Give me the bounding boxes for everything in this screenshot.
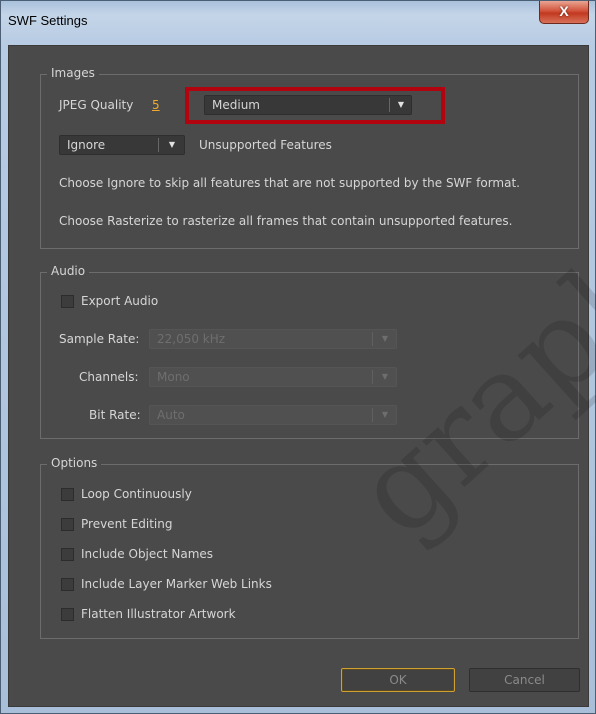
- select-separator: [372, 370, 373, 384]
- jpeg-quality-label: JPEG Quality: [59, 98, 134, 112]
- sample-rate-label: Sample Rate:: [59, 332, 140, 346]
- unsupported-select-value: Ignore: [67, 138, 106, 152]
- bit-rate-select[interactable]: Auto ▼: [149, 405, 397, 425]
- include-object-names-label[interactable]: Include Object Names: [81, 546, 213, 562]
- ok-button[interactable]: OK: [341, 668, 455, 692]
- bit-rate-label: Bit Rate:: [89, 408, 141, 422]
- channels-select[interactable]: Mono ▼: [149, 367, 397, 387]
- unsupported-features-label: Unsupported Features: [199, 138, 332, 152]
- flatten-illustrator-artwork-label[interactable]: Flatten Illustrator Artwork: [81, 606, 236, 622]
- select-separator: [158, 138, 159, 152]
- close-icon: X: [559, 3, 569, 19]
- select-separator: [372, 332, 373, 346]
- title-bar[interactable]: SWF Settings X: [1, 1, 595, 45]
- jpeg-quality-value[interactable]: 5: [152, 97, 160, 113]
- sample-rate-select[interactable]: 22,050 kHz ▼: [149, 329, 397, 349]
- options-group: Options Loop Continuously Prevent Editin…: [40, 455, 579, 639]
- loop-continuously-checkbox[interactable]: [61, 488, 74, 501]
- chevron-down-icon: ▼: [168, 140, 176, 149]
- dialog-body: Images JPEG Quality 5 Medium ▼ Ignore ▼ …: [8, 45, 589, 707]
- export-audio-label[interactable]: Export Audio: [81, 293, 158, 309]
- audio-group: Audio Export Audio Sample Rate: 22,050 k…: [40, 263, 579, 439]
- bit-rate-select-value: Auto: [157, 408, 185, 422]
- audio-group-label: Audio: [47, 263, 90, 279]
- sample-rate-select-value: 22,050 kHz: [157, 332, 226, 346]
- export-audio-checkbox[interactable]: [61, 295, 74, 308]
- include-object-names-checkbox[interactable]: [61, 548, 74, 561]
- chevron-down-icon: ▼: [381, 372, 389, 381]
- channels-select-value: Mono: [157, 370, 190, 384]
- swf-settings-window: SWF Settings X Images JPEG Quality 5 Med…: [0, 0, 596, 714]
- close-button[interactable]: X: [539, 1, 589, 24]
- prevent-editing-checkbox[interactable]: [61, 518, 74, 531]
- chevron-down-icon: ▼: [381, 334, 389, 343]
- window-title: SWF Settings: [8, 13, 88, 28]
- help-text-ignore: Choose Ignore to skip all features that …: [59, 176, 520, 190]
- annotation-highlight-box: [185, 87, 445, 124]
- images-group-label: Images: [47, 65, 99, 81]
- channels-label: Channels:: [79, 370, 139, 384]
- prevent-editing-label[interactable]: Prevent Editing: [81, 516, 172, 532]
- options-group-label: Options: [47, 455, 102, 471]
- ok-button-label: OK: [389, 673, 407, 687]
- select-separator: [372, 408, 373, 422]
- cancel-button[interactable]: Cancel: [469, 668, 580, 692]
- include-layer-marker-web-links-checkbox[interactable]: [61, 578, 74, 591]
- chevron-down-icon: ▼: [381, 410, 389, 419]
- flatten-illustrator-artwork-checkbox[interactable]: [61, 608, 74, 621]
- cancel-button-label: Cancel: [504, 673, 545, 687]
- include-layer-marker-web-links-label[interactable]: Include Layer Marker Web Links: [81, 576, 272, 592]
- unsupported-features-select[interactable]: Ignore ▼: [59, 135, 185, 155]
- loop-continuously-label[interactable]: Loop Continuously: [81, 486, 192, 502]
- help-text-rasterize: Choose Rasterize to rasterize all frames…: [59, 214, 513, 228]
